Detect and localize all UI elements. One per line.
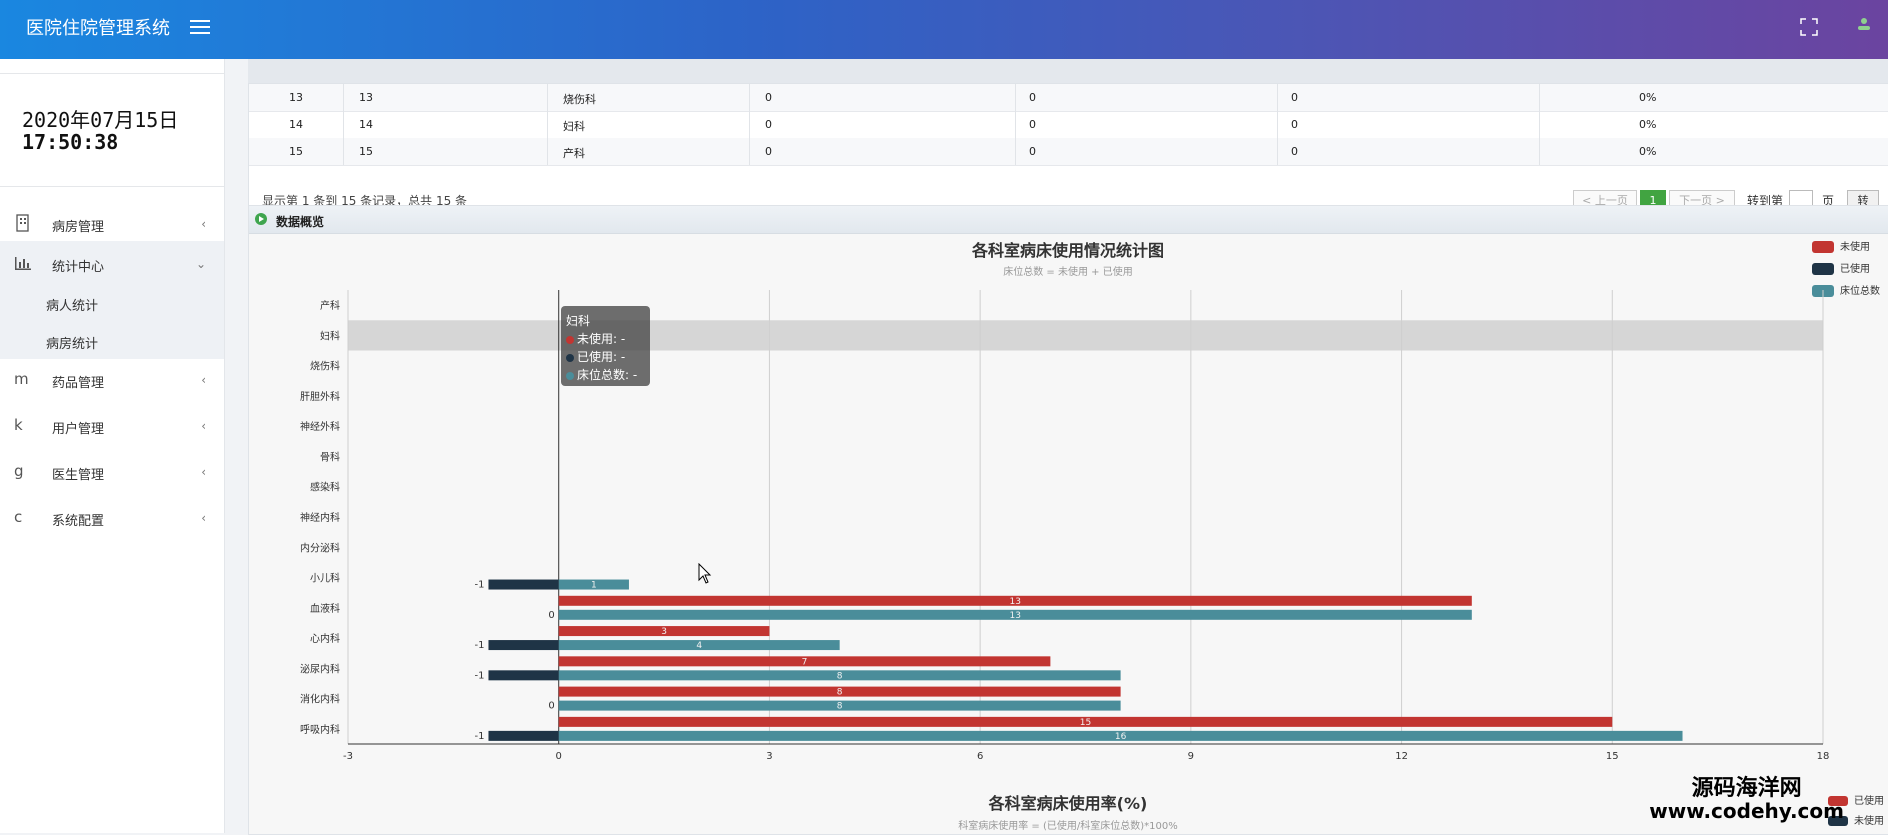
chart-2-subtitle: 科室病床使用率 = (已使用/科室床位总数)*100% — [958, 821, 1178, 832]
y-category-label: 骨科 — [320, 450, 340, 463]
data-label: -1 — [474, 640, 484, 651]
y-category-label: 烧伤科 — [310, 360, 340, 373]
bar — [488, 730, 559, 741]
data-label: 15 — [1080, 718, 1091, 728]
data-label: 8 — [837, 702, 843, 712]
bar — [488, 670, 559, 681]
chart-2-title: 各科室病床使用率(%) — [988, 794, 1148, 813]
data-label: 3 — [661, 627, 667, 637]
y-category-label: 妇科 — [320, 329, 340, 342]
data-label: 16 — [1115, 732, 1127, 742]
legend-label: 已使用 — [1854, 796, 1884, 807]
tooltip-line: 已使用: - — [566, 348, 625, 365]
data-label: -1 — [474, 580, 484, 591]
series-dot-icon — [566, 353, 574, 362]
bar — [488, 640, 559, 651]
bar — [488, 579, 559, 590]
data-label: 0 — [548, 701, 554, 712]
y-category-label: 小儿科 — [310, 572, 340, 585]
x-tick-label: -3 — [343, 751, 353, 762]
y-category-label: 心内科 — [310, 632, 340, 645]
x-tick-label: 6 — [977, 751, 983, 762]
y-category-label: 神经外科 — [300, 420, 340, 433]
tooltip-line: 未使用: - — [566, 330, 625, 347]
x-tick-label: 18 — [1817, 751, 1830, 762]
data-label: -1 — [474, 670, 484, 681]
bed-usage-bar-chart: -3 0 3 6 9 12 15 18呼吸内科消化内科泌尿内科心内科血液科小儿科内分泌科神经内… — [300, 290, 1830, 762]
x-tick-label: 3 — [766, 751, 772, 762]
tooltip-title: 妇科 — [566, 314, 591, 328]
data-label: 1 — [591, 581, 597, 591]
x-tick-label: 15 — [1606, 751, 1619, 762]
chart-tooltip: 妇科 未使用: - 已使用: - 床位总数: - — [561, 306, 650, 386]
data-label: 13 — [1010, 611, 1021, 621]
tooltip-line-text: 未使用: - — [577, 332, 626, 346]
data-label: 4 — [696, 641, 702, 651]
y-category-label: 感染科 — [310, 481, 340, 494]
y-category-label: 内分泌科 — [300, 541, 340, 554]
watermark-line1: 源码海洋网 — [1691, 776, 1802, 801]
legend-label: 未使用 — [1854, 816, 1884, 827]
y-category-label: 消化内科 — [300, 693, 340, 706]
tooltip-line-text: 床位总数: - — [577, 368, 638, 382]
data-label: 0 — [548, 610, 554, 621]
y-category-label: 血液科 — [310, 602, 340, 615]
y-category-label: 产科 — [320, 299, 340, 312]
tooltip-line: 床位总数: - — [566, 366, 637, 383]
x-tick-label: 12 — [1395, 751, 1408, 762]
y-category-label: 呼吸内科 — [300, 723, 340, 736]
y-category-label: 泌尿内科 — [300, 662, 340, 675]
series-dot-icon — [566, 335, 574, 344]
series-dot-icon — [566, 371, 574, 380]
x-tick-label: 0 — [556, 751, 562, 762]
watermark: 源码海洋网 www.codehy.com — [1649, 776, 1844, 823]
data-label: 8 — [837, 688, 843, 698]
tooltip-line-text: 已使用: - — [577, 350, 626, 364]
data-label: 7 — [802, 657, 808, 667]
x-tick-label: 9 — [1188, 751, 1194, 762]
watermark-line2: www.codehy.com — [1649, 799, 1844, 823]
y-category-label: 肝胆外科 — [300, 390, 340, 403]
mouse-cursor-icon — [698, 563, 712, 584]
data-label: 8 — [837, 671, 843, 681]
data-label: 13 — [1010, 597, 1021, 607]
data-label: -1 — [474, 731, 484, 742]
y-category-label: 神经内科 — [300, 511, 340, 524]
